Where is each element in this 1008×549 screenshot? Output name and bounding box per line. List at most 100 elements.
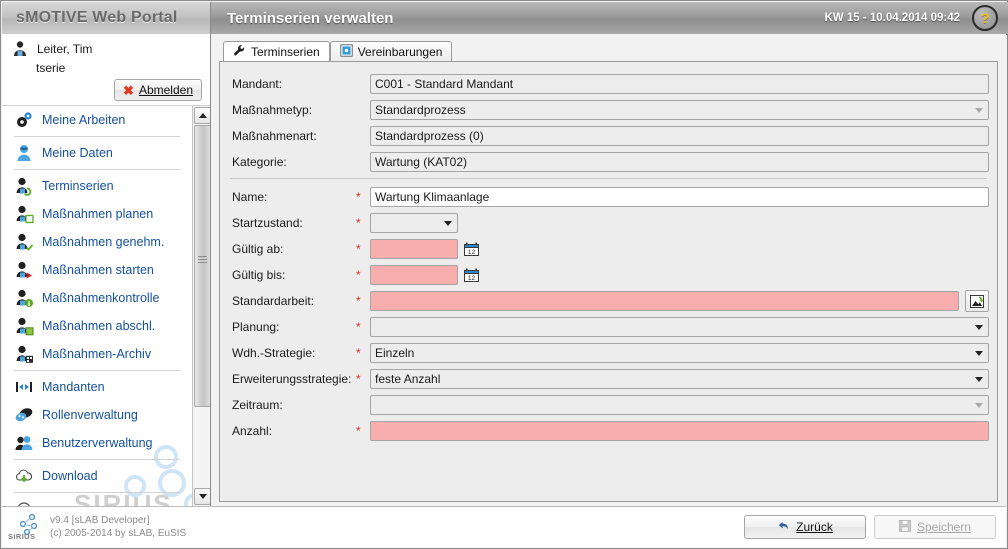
mandant-field[interactable]: C001 - Standard Mandant bbox=[370, 74, 989, 94]
field-value: Wartung (KAT02) bbox=[375, 155, 468, 169]
gueltig-ab-input[interactable] bbox=[370, 239, 458, 259]
content-area: Terminserien Vereinbarungen Mandant: C00… bbox=[211, 34, 1006, 506]
help-icon[interactable]: ? bbox=[972, 5, 998, 31]
sidebar-item-massnahmen-planen[interactable]: Maßnahmen planen bbox=[2, 200, 192, 228]
sidebar-item-label: Rollenverwaltung bbox=[42, 408, 138, 422]
sidebar-item-benutzerverwaltung[interactable]: Benutzerverwaltung bbox=[2, 429, 192, 457]
sidebar-item-label: Meine Arbeiten bbox=[42, 113, 126, 127]
tab-vereinbarungen[interactable]: Vereinbarungen bbox=[329, 41, 453, 61]
save-button[interactable]: Speichern bbox=[874, 515, 996, 539]
users-icon bbox=[14, 433, 34, 453]
sidebar-divider bbox=[14, 492, 180, 493]
sidebar-item-label: Maßnahmen planen bbox=[42, 207, 154, 221]
sidebar-item-terminserien[interactable]: Terminserien bbox=[2, 172, 192, 200]
sidebar-item-meine-arbeiten[interactable]: Meine Arbeiten bbox=[2, 106, 192, 134]
person-plan-icon bbox=[14, 204, 34, 224]
form-row-erweiterungsstrategie: Erweiterungsstrategie: * feste Anzahl bbox=[228, 367, 989, 391]
person-archive-icon bbox=[14, 344, 34, 364]
sidebar-item-massnahmen-starten[interactable]: Maßnahmen starten bbox=[2, 256, 192, 284]
chevron-down-icon bbox=[970, 402, 988, 408]
chevron-down-icon bbox=[970, 107, 988, 113]
form-panel: Mandant: C001 - Standard Mandant Maßnahm… bbox=[219, 61, 998, 502]
back-arrow-icon bbox=[777, 520, 790, 535]
footer-left: SIRIUS v9.4 [sLAB Developer] (c) 2005-20… bbox=[2, 513, 212, 541]
standardarbeit-input[interactable] bbox=[370, 291, 959, 311]
calendar-icon[interactable]: 12 bbox=[464, 268, 479, 282]
chevron-down-icon bbox=[970, 324, 988, 330]
sidebar-item-massnahmen-abschl[interactable]: Maßnahmen abschl. bbox=[2, 312, 192, 340]
user-box: Leiter, Tim tserie ✖ Abmelden bbox=[2, 34, 210, 106]
field-label: Anzahl: bbox=[232, 424, 273, 438]
gueltig-bis-input[interactable] bbox=[370, 265, 458, 285]
scroll-up-button[interactable] bbox=[194, 107, 210, 124]
copyright-text: (c) 2005-2014 by sLAB, EuSIS bbox=[50, 528, 187, 539]
lookup-button[interactable] bbox=[965, 290, 989, 312]
download-cloud-icon bbox=[14, 466, 34, 486]
sidebar-item-rollenverwaltung[interactable]: Rollenverwaltung bbox=[2, 401, 192, 429]
tab-bar: Terminserien Vereinbarungen bbox=[223, 40, 998, 61]
sidebar-divider bbox=[14, 370, 180, 371]
field-label: Maßnahmetyp: bbox=[232, 103, 313, 117]
planung-select[interactable] bbox=[370, 317, 989, 337]
gears-icon bbox=[14, 110, 34, 130]
field-label: Startzustand: bbox=[232, 216, 303, 230]
erweiterungsstrategie-select[interactable]: feste Anzahl bbox=[370, 369, 989, 389]
chevron-down-icon bbox=[970, 350, 988, 356]
logout-button[interactable]: ✖ Abmelden bbox=[114, 79, 202, 101]
back-button[interactable]: Zurück bbox=[744, 515, 866, 539]
roles-icon bbox=[14, 405, 34, 425]
sidebar-item-partial[interactable] bbox=[2, 495, 192, 506]
form-row-planung: Planung: * bbox=[228, 315, 989, 339]
form-row-kategorie: Kategorie: Wartung (KAT02) bbox=[228, 150, 989, 174]
sidebar-item-download[interactable]: Download bbox=[2, 462, 192, 490]
sidebar-scrollbar[interactable] bbox=[192, 106, 210, 506]
person-complete-icon bbox=[14, 316, 34, 336]
required-marker: * bbox=[356, 424, 361, 438]
sidebar-item-label: Maßnahmen starten bbox=[42, 263, 154, 277]
chevron-down-icon bbox=[970, 376, 988, 382]
sidebar-divider bbox=[14, 136, 180, 137]
sidebar-item-label: Download bbox=[42, 469, 98, 483]
sidebar-item-massnahmen-archiv[interactable]: Maßnahmen-Archiv bbox=[2, 340, 192, 368]
field-value: Standardprozess bbox=[375, 103, 466, 117]
required-marker: * bbox=[356, 190, 361, 204]
app-header: sMOTIVE Web Portal Terminserien verwalte… bbox=[2, 2, 1008, 35]
anzahl-input[interactable] bbox=[370, 421, 989, 441]
startzustand-select[interactable] bbox=[370, 213, 458, 233]
sidebar-item-label: Maßnahmenkontrolle bbox=[42, 291, 160, 305]
sidebar-divider bbox=[14, 169, 180, 170]
form-row-mandant: Mandant: C001 - Standard Mandant bbox=[228, 72, 989, 96]
sidebar-item-massnahmenkontrolle[interactable]: Maßnahmenkontrolle bbox=[2, 284, 192, 312]
sidebar-item-mandanten[interactable]: Mandanten bbox=[2, 373, 192, 401]
required-marker: * bbox=[356, 372, 361, 386]
scroll-down-button[interactable] bbox=[194, 488, 210, 505]
massnahmetyp-select[interactable]: Standardprozess bbox=[370, 100, 989, 120]
calendar-icon[interactable]: 12 bbox=[464, 242, 479, 256]
tab-terminserien[interactable]: Terminserien bbox=[223, 41, 330, 61]
field-label: Erweiterungsstrategie: bbox=[232, 372, 352, 386]
sidebar-item-massnahmen-genehm[interactable]: Maßnahmen genehm. bbox=[2, 228, 192, 256]
brand-title: sMOTIVE Web Portal bbox=[16, 9, 178, 26]
required-marker: * bbox=[356, 242, 361, 256]
person-recurrence-icon bbox=[14, 176, 34, 196]
person-start-icon bbox=[14, 260, 34, 280]
form-row-zeitraum: Zeitraum: bbox=[228, 393, 989, 417]
form-row-startzustand: Startzustand: * bbox=[228, 211, 989, 235]
scrollbar-thumb[interactable] bbox=[194, 125, 210, 407]
form-divider bbox=[230, 178, 987, 179]
name-input[interactable]: Wartung Klimaanlage bbox=[370, 187, 989, 207]
sidebar-item-label: Maßnahmen abschl. bbox=[42, 319, 156, 333]
kategorie-field[interactable]: Wartung (KAT02) bbox=[370, 152, 989, 172]
sidebar-item-meine-daten[interactable]: Meine Daten bbox=[2, 139, 192, 167]
field-value: C001 - Standard Mandant bbox=[375, 77, 514, 91]
field-label: Gültig bis: bbox=[232, 268, 286, 282]
field-label: Kategorie: bbox=[232, 155, 287, 169]
field-value: Einzeln bbox=[375, 346, 415, 360]
massnahmenart-field[interactable]: Standardprozess (0) bbox=[370, 126, 989, 146]
field-label: Standardarbeit: bbox=[232, 294, 315, 308]
form-row-massnahmenart: Maßnahmenart: Standardprozess (0) bbox=[228, 124, 989, 148]
zeitraum-select[interactable] bbox=[370, 395, 989, 415]
wdh-strategie-select[interactable]: Einzeln bbox=[370, 343, 989, 363]
sidebar: Leiter, Tim tserie ✖ Abmelden SIRIUS Mei… bbox=[2, 34, 211, 506]
save-label: Speichern bbox=[916, 520, 972, 534]
